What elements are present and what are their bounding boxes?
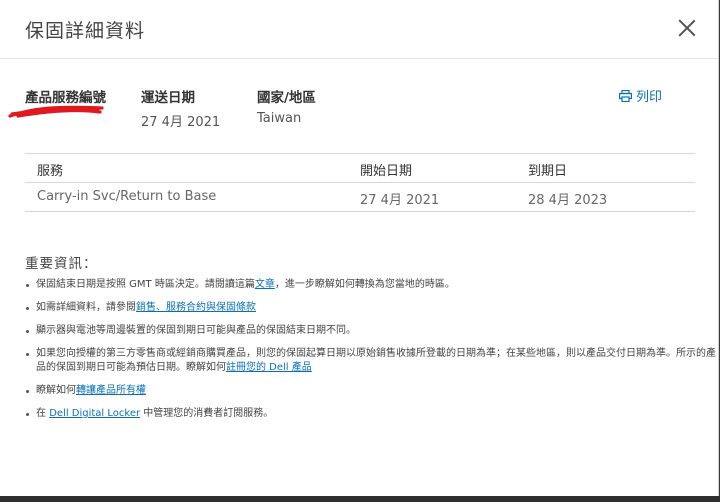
modal-title: 保固詳細資料 [25,20,146,42]
close-icon[interactable] [678,19,696,37]
redaction-scribble [8,105,104,118]
table-header-row: 服務 開始日期 到期日 [25,153,695,183]
warranty-table: 服務 開始日期 到期日 Carry-in Svc/Return to Base … [25,153,695,212]
start-date: 27 4月 2021 [360,193,440,208]
ship-date-value: 27 4月 2021 [141,115,221,130]
list-item: 如需詳細資料，請參閱銷售、服務合約與保固條款 [26,301,716,315]
list-item: 顯示器與電池等周邊裝置的保固到期日可能與產品的保固結束日期不同。 [26,324,716,338]
ship-date: 運送日期 27 4月 2021 [141,86,220,130]
list-item: 如果您向授權的第三方零售商或經銷商購買產品，則您的保固起算日期以原始銷售收據所登… [26,348,716,373]
transfer-ownership-link[interactable]: 轉讓產品所有權 [76,385,146,396]
important-notes-list: 保固結束日期是按照 GMT 時區決定。請閱讀這篇文章，進一步瞭解如何轉換為您當地… [24,278,716,430]
ship-date-label: 運送日期 [141,90,195,106]
service-name: Carry-in Svc/Return to Base [37,189,217,204]
table-row: Carry-in Svc/Return to Base 27 4月 2021 2… [25,183,695,212]
dell-digital-locker-link[interactable]: Dell Digital Locker [49,408,140,419]
important-info-title: 重要資訊： [25,256,98,272]
list-item: 保固結束日期是按照 GMT 時區決定。請閱讀這篇文章，進一步瞭解如何轉換為您當地… [26,278,716,292]
product-service-tag-label: 產品服務編號 [25,90,106,106]
list-item: 瞭解如何轉讓產品所有權 [26,384,716,398]
country-value: Taiwan [257,111,302,126]
terms-link[interactable]: 銷售、服務合約與保固條款 [136,302,256,313]
product-service-tag: 產品服務編號 [25,86,106,106]
register-product-link[interactable]: 註冊您的 Dell 產品 [226,362,312,373]
header-service: 服務 [37,164,64,179]
end-date: 28 4月 2023 [528,193,608,208]
list-item: 在 Dell Digital Locker 中管理您的消費者訂閱服務。 [26,407,716,421]
print-label: 列印 [635,90,662,105]
article-link[interactable]: 文章 [255,279,275,290]
modal-header: 保固詳細資料 [0,0,718,59]
country-region: 國家/地區 Taiwan [257,86,316,126]
header-end-date: 到期日 [528,164,568,179]
print-button[interactable]: 列印 [618,86,662,105]
country-label: 國家/地區 [257,90,316,106]
header-start-date: 開始日期 [360,164,413,179]
warranty-details-modal: 保固詳細資料 產品服務編號 運送日期 27 4月 2021 國家/地區 Taiw… [0,0,719,496]
page-bottom-edge [0,496,720,502]
printer-icon [618,89,632,102]
